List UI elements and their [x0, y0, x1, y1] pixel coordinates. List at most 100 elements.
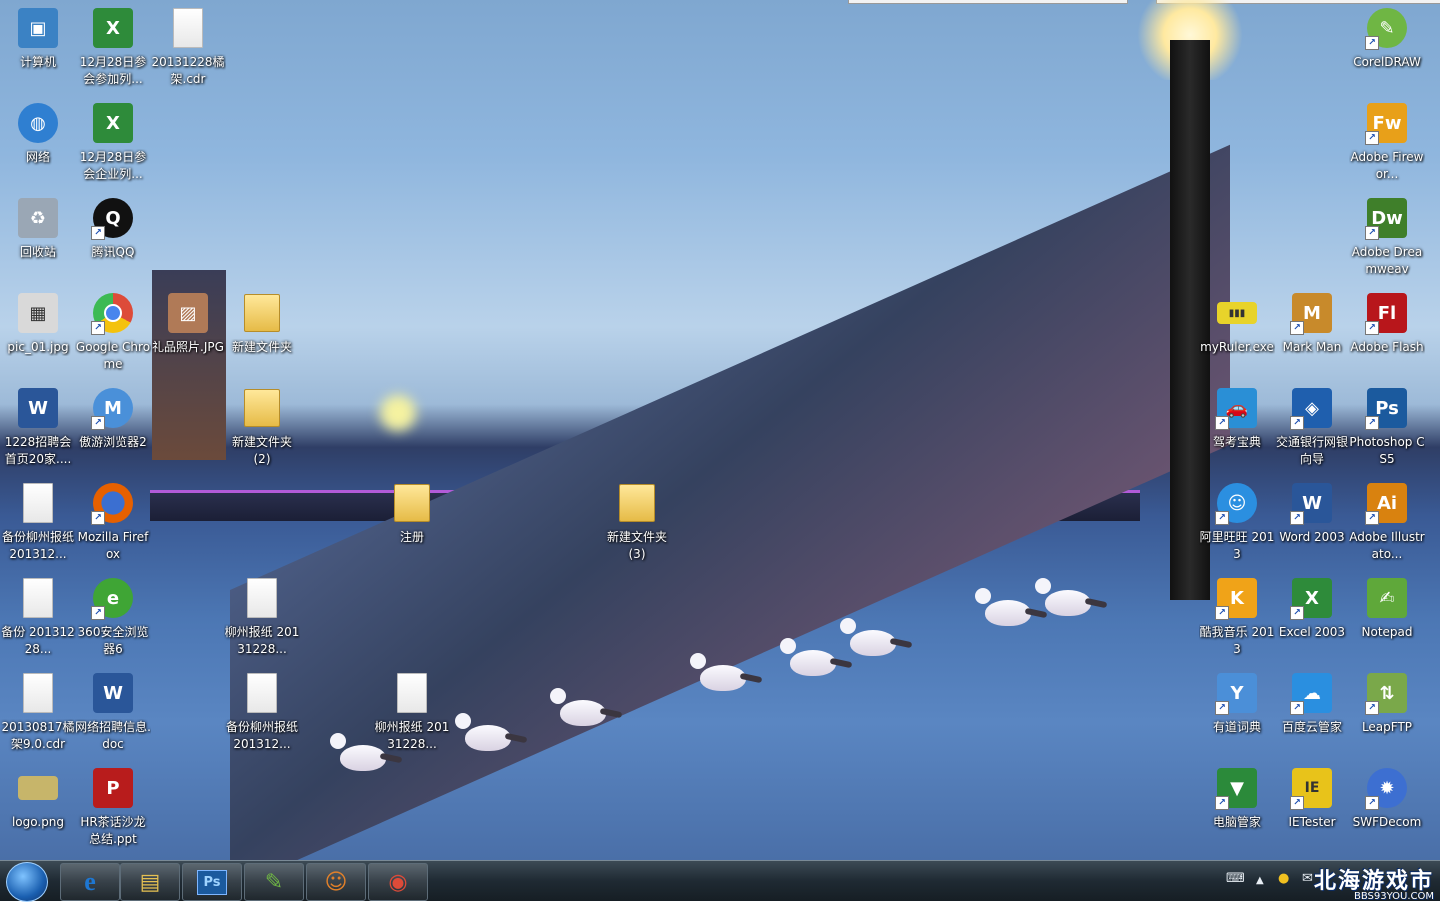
desktop-icon[interactable]: 备份柳州报纸201312...	[0, 483, 76, 563]
taskbar-game-button[interactable]: ☺	[306, 863, 366, 901]
desktop-icon[interactable]: e 360安全浏览器6	[75, 578, 151, 658]
desktop-icon[interactable]: ✹ SWFDecom	[1349, 768, 1425, 831]
desktop-icon[interactable]: X 12月28日参会参加列...	[75, 8, 151, 88]
desktop-icon[interactable]: Fw Adobe Firewor...	[1349, 103, 1425, 183]
start-button[interactable]	[6, 862, 48, 902]
desktop-icon[interactable]: 新建文件夹 (3)	[599, 483, 675, 563]
desktop-icon[interactable]: ◈ 交通银行网银向导	[1274, 388, 1350, 468]
taskbar-coreldraw-button[interactable]: ✎	[244, 863, 304, 901]
qq-tray-icon[interactable]: ●	[1278, 871, 1289, 886]
icon-label: Mark Man	[1282, 340, 1342, 354]
icon-label: SWFDecom	[1352, 815, 1422, 829]
ietester-icon: IE	[1290, 768, 1332, 810]
desktop-icon[interactable]: 20130817橘架9.0.cdr	[0, 673, 76, 753]
desktop-icon[interactable]: P HR茶话沙龙总结.ppt	[75, 768, 151, 848]
desktop-icon[interactable]: W 1228招聘会首页20家....	[0, 388, 76, 468]
seagull	[550, 688, 606, 726]
excel-file-icon: X	[93, 103, 133, 143]
flash-icon: Fl	[1365, 293, 1407, 335]
desktop-icon[interactable]: ▼ 电脑管家	[1199, 768, 1275, 831]
desktop-icon[interactable]: ▨ 礼品照片.JPG	[150, 293, 226, 356]
maxthon-icon: M	[91, 388, 133, 430]
icon-label: 新建文件夹	[231, 340, 292, 354]
word-file-icon: W	[18, 388, 58, 428]
taskbar-photoshop-button[interactable]: Ps	[182, 863, 242, 901]
taskbar-chrome-button[interactable]: ◉	[368, 863, 428, 901]
desktop-icon[interactable]: X Excel 2003	[1274, 578, 1350, 641]
desktop-icon[interactable]: ☁ 百度云管家	[1274, 673, 1350, 736]
youdao-dict-icon: Y	[1215, 673, 1257, 715]
computer-icon: ▣	[18, 8, 58, 48]
baidu-cloud-icon: ☁	[1290, 673, 1332, 715]
icon-label: 1228招聘会首页20家....	[4, 435, 72, 466]
desktop-icon[interactable]: logo.png	[0, 768, 76, 831]
desktop-icon[interactable]: ⇅ LeapFTP	[1349, 673, 1425, 736]
ppt-file-icon: P	[93, 768, 133, 808]
icon-label: 驾考宝典	[1212, 435, 1261, 449]
desktop-icon[interactable]: 注册	[374, 483, 450, 546]
recycle-bin-icon: ♻	[18, 198, 58, 238]
message-icon[interactable]: ✉	[1302, 871, 1313, 886]
seagull	[455, 713, 511, 751]
desktop-icon[interactable]: ☺ 阿里旺旺 2013	[1199, 483, 1275, 563]
blank-file-icon	[242, 673, 282, 713]
desktop-icon[interactable]: K 酷我音乐 2013	[1199, 578, 1275, 658]
desktop-icon[interactable]: M 傲游浏览器2	[75, 388, 151, 451]
desktop-icon[interactable]: Ps Photoshop CS5	[1349, 388, 1425, 468]
desktop-icon[interactable]: ◍ 网络	[0, 103, 76, 166]
show-hidden-icons-arrow-icon[interactable]: ▲	[1256, 875, 1264, 886]
word-file-icon: W	[93, 673, 133, 713]
desktop-icon[interactable]: W Word 2003	[1274, 483, 1350, 546]
icon-label: Adobe Dreamweav	[1351, 245, 1423, 276]
coreldraw-icon: ✎	[1365, 8, 1407, 50]
icon-label: 12月28日参会企业列...	[79, 150, 147, 181]
desktop-icon[interactable]: ♻ 回收站	[0, 198, 76, 261]
desktop-icon[interactable]: Fl Adobe Flash	[1349, 293, 1425, 356]
seagull	[1035, 578, 1091, 616]
desktop-icon[interactable]: Dw Adobe Dreamweav	[1349, 198, 1425, 278]
desktop-icon[interactable]: 备份 20131228...	[0, 578, 76, 658]
desktop-icon[interactable]: Ai Adobe Illustrato...	[1349, 483, 1425, 563]
desktop-icon[interactable]: ▮▮▮ myRuler.exe	[1199, 293, 1275, 356]
desktop-icon[interactable]: 20131228橘架.cdr	[150, 8, 226, 88]
desktop-icon[interactable]: ✍ Notepad	[1349, 578, 1425, 641]
dreamweaver-icon: Dw	[1365, 198, 1407, 240]
icon-label: HR茶话沙龙总结.ppt	[80, 815, 146, 846]
desktop-icon[interactable]: ▦ pic_01.jpg	[0, 293, 76, 356]
desktop-icon[interactable]: 新建文件夹	[224, 293, 300, 356]
fireworks-icon: Fw	[1365, 103, 1407, 145]
desktop-icon[interactable]: 柳州报纸 20131228...	[224, 578, 300, 658]
desktop-icon[interactable]: W 网络招聘信息.doc	[75, 673, 151, 753]
light-glow	[380, 395, 416, 431]
icon-label: 计算机	[19, 55, 56, 69]
blank-file-icon	[18, 673, 58, 713]
icon-label: 20130817橘架9.0.cdr	[1, 720, 75, 751]
desktop-icon[interactable]: ✎ CorelDRAW	[1349, 8, 1425, 71]
taskbar-ie-button[interactable]: e	[60, 863, 120, 901]
desktop-icon[interactable]: Y 有道词典	[1199, 673, 1275, 736]
folder-icon	[242, 388, 282, 428]
desktop-icon[interactable]: 备份柳州报纸201312...	[224, 673, 300, 753]
desktop-icon[interactable]: Q 腾讯QQ	[75, 198, 151, 261]
chrome-icon	[91, 293, 133, 335]
keyboard-icon[interactable]: ⌨	[1226, 871, 1245, 886]
desktop-icon[interactable]: 新建文件夹 (2)	[224, 388, 300, 468]
icon-label: LeapFTP	[1361, 720, 1413, 734]
desktop-icon[interactable]: IE IETester	[1274, 768, 1350, 831]
desktop-icon[interactable]: 柳州报纸 20131228...	[374, 673, 450, 753]
desktop-icon[interactable]: 🚗 驾考宝典	[1199, 388, 1275, 451]
taskbar-explorer-button[interactable]: ▤	[120, 863, 180, 901]
desktop-icon[interactable]: X 12月28日参会企业列...	[75, 103, 151, 183]
icon-label: Excel 2003	[1278, 625, 1346, 639]
desktop-icon[interactable]: ▣ 计算机	[0, 8, 76, 71]
desktop-icon[interactable]: M Mark Man	[1274, 293, 1350, 356]
illustrator-icon: Ai	[1365, 483, 1407, 525]
logo-image-icon	[18, 776, 58, 800]
desktop-icon[interactable]: Mozilla Firefox	[75, 483, 151, 563]
taskbar: e ▤ Ps ✎ ☺ ◉ ⌨ ▲ ● ✉ 北海游戏市 BBS93YOU.COM	[0, 860, 1440, 902]
icon-label: 有道词典	[1212, 720, 1261, 734]
desktop-icon[interactable]: Google Chrome	[75, 293, 151, 373]
icon-label: 交通银行网银向导	[1275, 435, 1348, 466]
blank-file-icon	[392, 673, 432, 713]
seagull	[840, 618, 896, 656]
